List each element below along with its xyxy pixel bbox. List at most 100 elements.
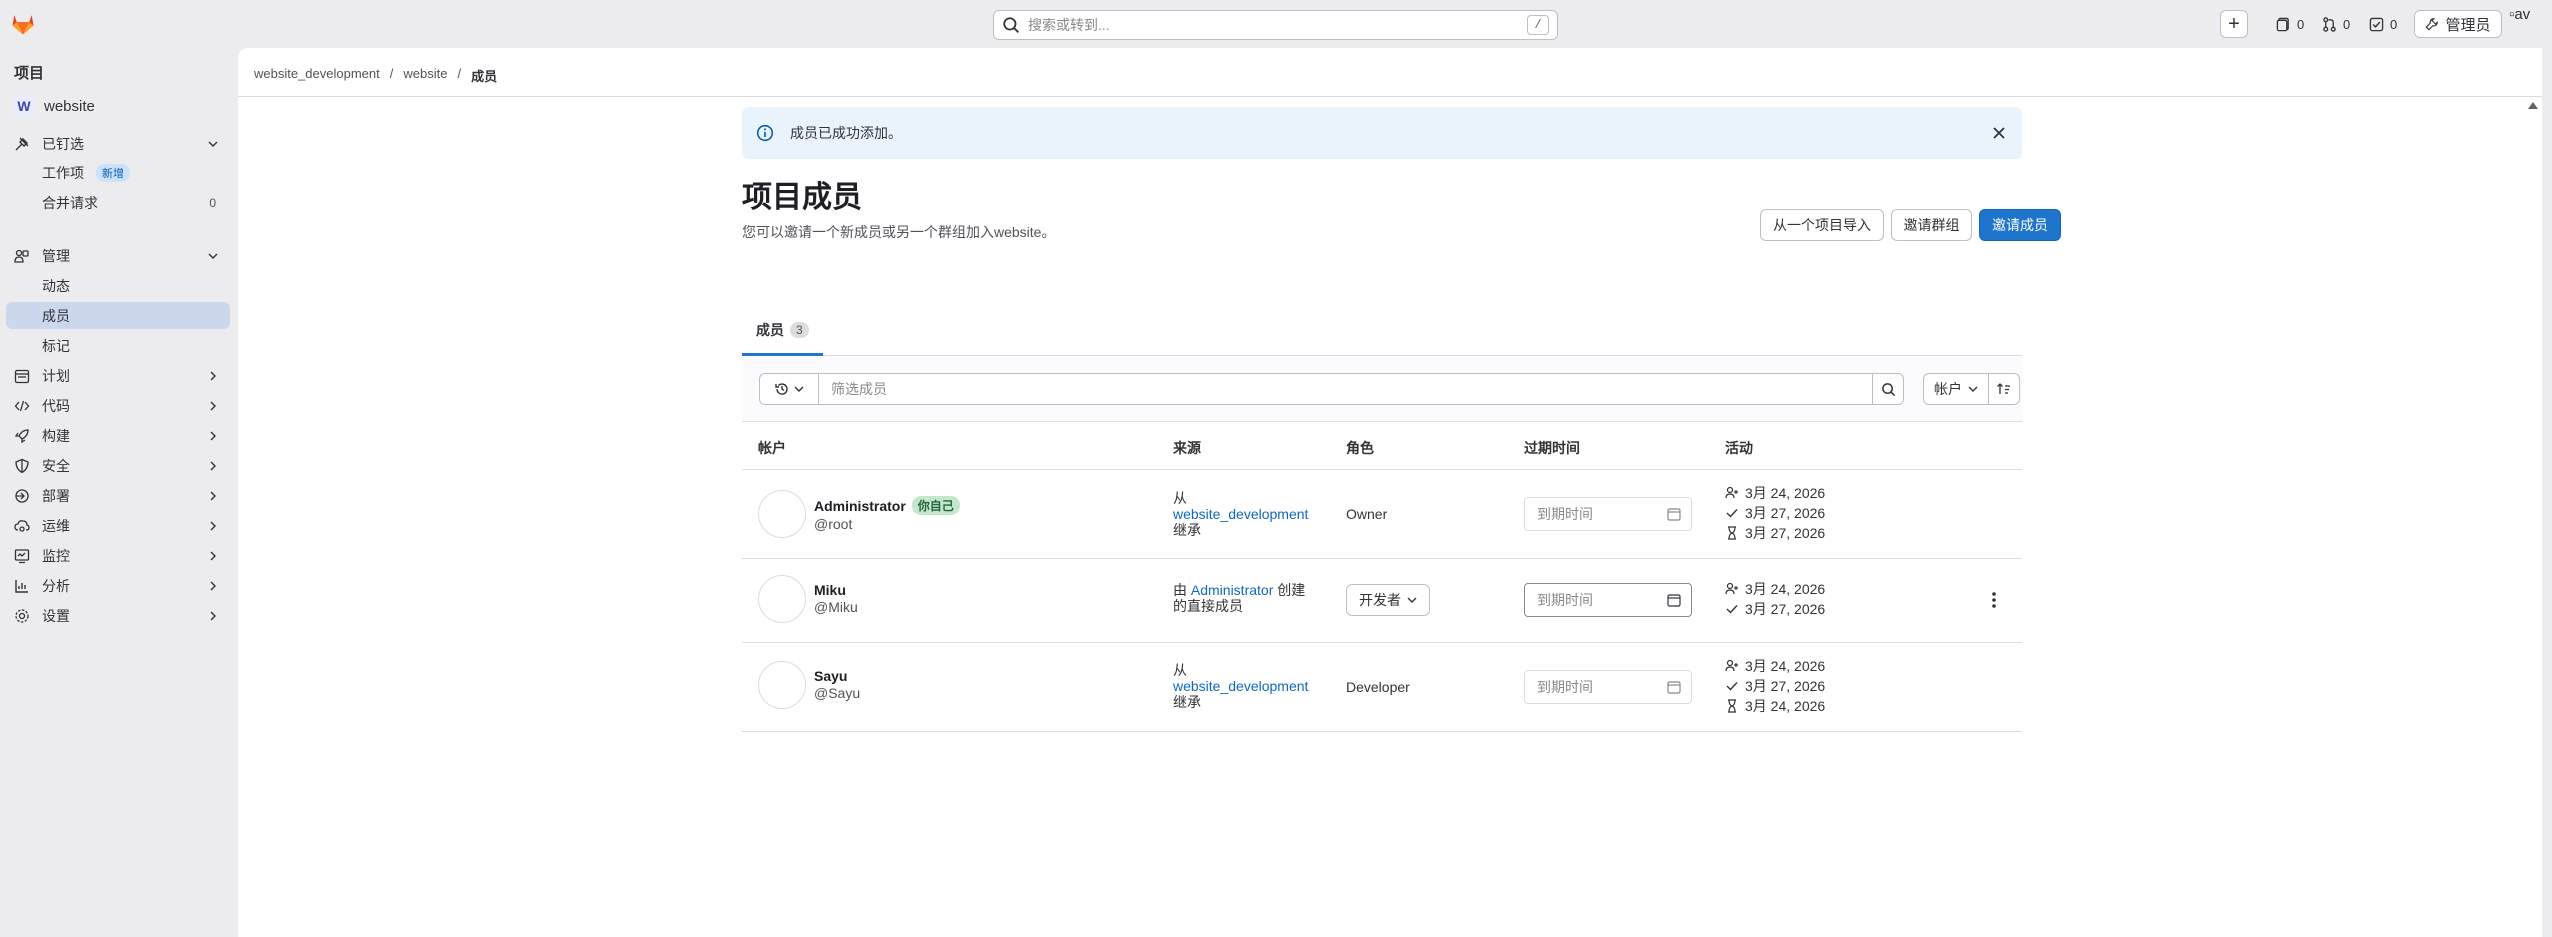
- sidebar-item-members[interactable]: 成员: [6, 302, 230, 329]
- tab-members[interactable]: 成员 3: [742, 306, 823, 356]
- chevron-right-icon: [210, 521, 216, 530]
- sidebar-item-analyze[interactable]: 分析: [6, 572, 230, 599]
- source-group-link[interactable]: website_development: [1173, 506, 1308, 522]
- global-search-input[interactable]: 搜索或转到... /: [993, 10, 1558, 40]
- sidebar-item-label: 监控: [42, 547, 70, 564]
- sidebar-item-label: 动态: [42, 277, 70, 294]
- code-icon: [14, 400, 30, 411]
- check-icon: [1726, 682, 1738, 691]
- sidebar: 项目 W website 已钉选 工作项 新增 合并请求 0 管理 动态 成员 …: [0, 48, 238, 937]
- filter-bar: 筛选成员 帐户: [742, 356, 2022, 422]
- search-placeholder: 搜索或转到...: [1028, 17, 1110, 33]
- scroll-up-arrow-icon[interactable]: [2528, 102, 2538, 109]
- role-dropdown[interactable]: 开发者: [1346, 584, 1430, 616]
- invite-members-button[interactable]: 邀请成员: [1979, 209, 2061, 241]
- sidebar-item-code[interactable]: 代码: [6, 392, 230, 419]
- wrench-icon: [2425, 18, 2439, 31]
- table-row: Sayu @Sayu 从 website_development 继承 Deve…: [742, 643, 2022, 732]
- issues-button[interactable]: 0: [2276, 10, 2304, 38]
- merge-requests-button[interactable]: 0: [2322, 10, 2350, 38]
- member-name[interactable]: Administrator: [814, 498, 906, 514]
- sidebar-project-link[interactable]: W website: [8, 92, 230, 120]
- source-prefix: 从: [1173, 662, 1187, 678]
- create-new-button[interactable]: +: [2220, 10, 2248, 38]
- column-header-expiration: 过期时间: [1524, 440, 1580, 456]
- sidebar-item-settings[interactable]: 设置: [6, 602, 230, 629]
- admin-area-button[interactable]: 管理员: [2414, 10, 2502, 38]
- avatar[interactable]: [758, 661, 806, 709]
- sidebar-item-merge-requests[interactable]: 合并请求 0: [6, 189, 230, 216]
- sidebar-item-work-items[interactable]: 工作项 新增: [6, 159, 230, 186]
- sidebar-item-labels[interactable]: 标记: [6, 332, 230, 359]
- expiration-date-picker[interactable]: 到期时间: [1524, 497, 1692, 531]
- sidebar-item-build[interactable]: 构建: [6, 422, 230, 449]
- chevron-right-icon: [210, 461, 216, 470]
- avatar[interactable]: [758, 575, 806, 623]
- hourglass-icon: [1728, 699, 1736, 713]
- merge-request-icon: [2323, 16, 2336, 32]
- source-user-link[interactable]: Administrator: [1191, 582, 1273, 598]
- role-text: Owner: [1346, 506, 1388, 522]
- date-placeholder: 到期时间: [1537, 506, 1593, 522]
- recent-searches-button[interactable]: [759, 373, 819, 405]
- table-row: Miku @Miku 由 Administrator 创建 的直接成员 开发者 …: [742, 559, 2022, 643]
- member-username: @root: [814, 516, 853, 532]
- chevron-right-icon: [210, 581, 216, 590]
- close-icon[interactable]: [1992, 126, 2006, 140]
- activity-cell: 3月 24, 2026 3月 27, 2026 3月 24, 2026: [1725, 656, 1825, 716]
- date-placeholder: 到期时间: [1537, 592, 1593, 608]
- source-group-link[interactable]: website_development: [1173, 678, 1308, 694]
- sidebar-item-pinned[interactable]: 已钉选: [6, 130, 230, 157]
- filter-placeholder: 筛选成员: [831, 381, 887, 397]
- merge-requests-count: 0: [2343, 16, 2351, 32]
- chevron-down-icon: [208, 253, 218, 259]
- expiration-date-picker[interactable]: 到期时间: [1524, 670, 1692, 704]
- more-actions-kebab-icon[interactable]: [1987, 590, 2001, 610]
- project-name: website: [44, 97, 95, 115]
- sort-by-dropdown[interactable]: 帐户: [1923, 373, 1989, 405]
- sidebar-item-deploy[interactable]: 部署: [6, 482, 230, 509]
- sidebar-item-label: 安全: [42, 457, 70, 474]
- invite-group-button[interactable]: 邀请群组: [1891, 209, 1972, 241]
- todos-count: 0: [2390, 16, 2398, 32]
- source-suffix: 创建: [1277, 582, 1306, 598]
- sidebar-item-secure[interactable]: 安全: [6, 452, 230, 479]
- breadcrumb-current[interactable]: 成员: [471, 66, 497, 85]
- breadcrumb-group-link[interactable]: website_development: [254, 66, 380, 85]
- role-label: 开发者: [1359, 592, 1401, 608]
- filter-members-input[interactable]: 筛选成员: [818, 373, 1873, 405]
- todos-button[interactable]: 0: [2369, 10, 2397, 38]
- member-name[interactable]: Sayu: [814, 668, 847, 684]
- sidebar-item-operate[interactable]: 运维: [6, 512, 230, 539]
- sidebar-item-label: 计划: [42, 367, 70, 384]
- calendar-icon: [1667, 681, 1681, 694]
- chevron-down-icon: [1968, 386, 1978, 392]
- created-date: 3月 24, 2026: [1745, 658, 1826, 674]
- sidebar-item-manage[interactable]: 管理: [6, 242, 230, 269]
- chevron-down-icon: [1407, 597, 1417, 603]
- sort-direction-button[interactable]: [1988, 373, 2020, 405]
- expiration-date-picker[interactable]: 到期时间: [1524, 583, 1692, 617]
- column-header-role: 角色: [1346, 440, 1374, 456]
- breadcrumb-project-link[interactable]: website: [403, 66, 447, 85]
- sidebar-item-activity[interactable]: 动态: [6, 272, 230, 299]
- filter-search-button[interactable]: [1872, 373, 1904, 405]
- avatar[interactable]: [758, 490, 806, 538]
- user-add-icon: [1725, 659, 1738, 672]
- breadcrumb-separator: /: [389, 66, 394, 81]
- access-granted-date: 3月 27, 2026: [1745, 505, 1826, 521]
- sidebar-item-monitor[interactable]: 监控: [6, 542, 230, 569]
- avatar-alt-text: av: [2514, 6, 2531, 23]
- import-from-project-button[interactable]: 从一个项目导入: [1760, 209, 1884, 241]
- created-date: 3月 24, 2026: [1745, 581, 1826, 597]
- source-suffix: 继承: [1173, 694, 1201, 710]
- sidebar-heading: 项目: [14, 65, 45, 82]
- sidebar-item-plan[interactable]: 计划: [6, 362, 230, 389]
- user-avatar[interactable]: ▫av: [2509, 6, 2545, 40]
- gitlab-logo-icon[interactable]: [9, 9, 37, 37]
- success-alert: 成员已成功添加。: [742, 107, 2022, 159]
- chevron-right-icon: [210, 431, 216, 440]
- issues-icon: [2276, 17, 2289, 31]
- member-name[interactable]: Miku: [814, 582, 846, 598]
- page-description: 您可以邀请一个新成员或另一个群组加入website。: [742, 224, 1056, 240]
